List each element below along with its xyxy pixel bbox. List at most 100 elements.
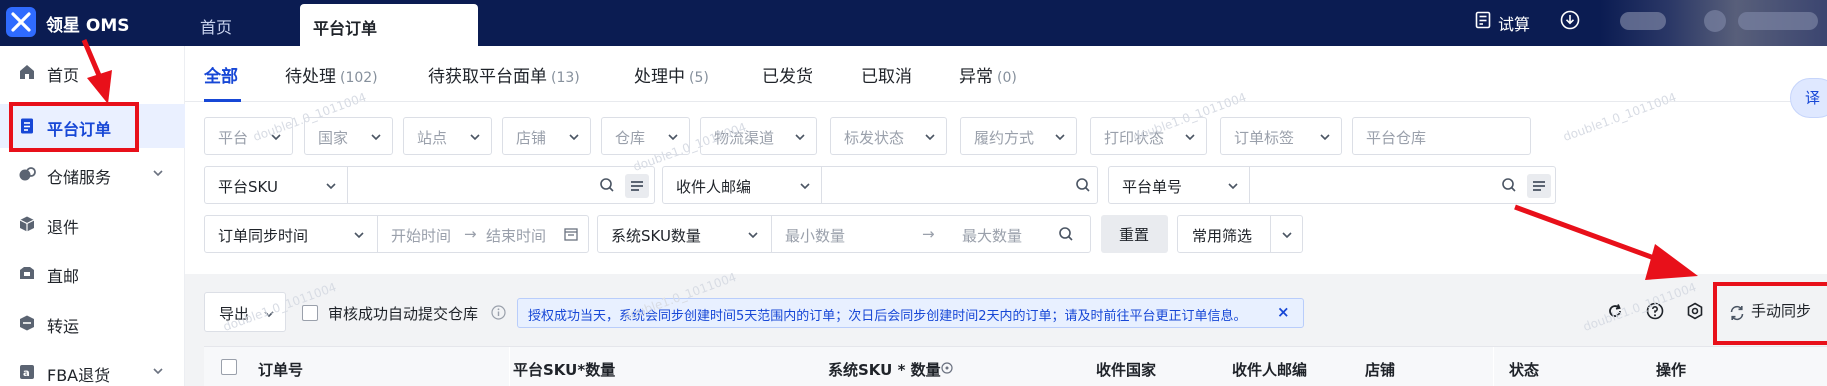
calendar-icon	[564, 228, 578, 241]
order-no-search-input[interactable]	[1249, 167, 1555, 203]
tab-label: 异常	[959, 67, 993, 87]
filter-order-tag[interactable]: 订单标签	[1220, 117, 1342, 155]
chevron-down-icon	[1185, 134, 1195, 141]
search-icon[interactable]	[1075, 177, 1091, 193]
auto-submit-checkbox[interactable]	[302, 305, 318, 321]
qty-type-select[interactable]: 系统SKU数量	[598, 216, 771, 252]
info-icon[interactable]	[491, 305, 506, 320]
postcode-type-select[interactable]: 收件人邮编	[663, 167, 821, 203]
chevron-down-icon	[153, 170, 163, 177]
user-info-blurred[interactable]	[1600, 0, 1827, 46]
tab-label: 待处理	[285, 67, 336, 87]
filter-platform-warehouse[interactable]: 平台仓库	[1352, 117, 1531, 155]
batch-input-icon[interactable]	[625, 174, 649, 198]
logo-icon[interactable]	[6, 7, 36, 37]
column-header-actions[interactable]: 操作	[1656, 359, 1686, 380]
tab-label: 待获取平台面单	[428, 67, 547, 87]
tab-label: 处理中	[634, 67, 685, 87]
column-divider	[509, 347, 510, 386]
info-icon[interactable]	[941, 362, 953, 374]
order-no-type-select[interactable]: 平台单号	[1109, 167, 1249, 203]
end-date-placeholder: 结束时间	[486, 227, 547, 245]
tab-count: (0)	[997, 70, 1017, 86]
column-header-country[interactable]: 收件国家	[1096, 359, 1156, 380]
search-icon[interactable]	[1501, 177, 1517, 193]
sku-search-group: 平台SKU	[204, 166, 655, 204]
sidebar-item-transship[interactable]: 转运	[0, 301, 185, 345]
select-value: 系统SKU数量	[611, 227, 701, 245]
trial-calc-button[interactable]: 试算	[1498, 11, 1530, 35]
search-icon[interactable]	[1058, 226, 1074, 242]
top-navigation-bar: 领星 OMS 首页 平台订单 试算	[0, 0, 1827, 46]
tab-label: 已发货	[762, 67, 813, 87]
tab-pending[interactable]: 待处理 (102)	[285, 62, 378, 87]
tab-processing[interactable]: 处理中 (5)	[634, 62, 709, 87]
column-header-order-no[interactable]: 订单号	[258, 359, 303, 380]
order-no-search-group: 平台单号	[1108, 166, 1556, 204]
filter-placeholder: 店铺	[516, 129, 547, 147]
sku-type-select[interactable]: 平台SKU	[205, 167, 347, 203]
annotation-highlight-box	[1713, 282, 1827, 345]
tab-shipped[interactable]: 已发货	[762, 62, 813, 87]
filter-placeholder: 国家	[318, 129, 349, 147]
settings-icon[interactable]	[1686, 302, 1704, 320]
sku-search-input[interactable]	[347, 167, 654, 203]
filter-store[interactable]: 店铺	[502, 117, 591, 155]
sidebar-item-label: 转运	[47, 317, 80, 336]
search-icon[interactable]	[599, 177, 615, 193]
tab-count: (5)	[689, 70, 709, 86]
svg-text:a: a	[23, 368, 30, 379]
filter-placeholder: 平台	[218, 129, 249, 147]
column-header-system-sku[interactable]: 系统SKU * 数量	[828, 359, 941, 380]
filter-site[interactable]: 站点	[403, 117, 492, 155]
nav-tab-home[interactable]: 首页	[200, 14, 232, 38]
select-all-checkbox[interactable]	[221, 359, 237, 375]
annotation-arrow-sync	[1514, 204, 1698, 280]
chevron-down-icon	[470, 134, 480, 141]
download-icon[interactable]	[1560, 10, 1580, 30]
filter-placeholder: 平台仓库	[1366, 129, 1427, 147]
sidebar-item-label: 退件	[47, 218, 80, 237]
chevron-down-icon	[668, 134, 678, 141]
date-range-picker[interactable]: 开始时间 → 结束时间	[377, 216, 588, 252]
tab-all[interactable]: 全部	[204, 62, 238, 87]
tab-cancelled[interactable]: 已取消	[861, 62, 912, 87]
postcode-search-input[interactable]	[821, 167, 1097, 203]
close-icon[interactable]: ×	[1277, 303, 1290, 321]
brand-name: 领星 OMS	[46, 16, 130, 36]
column-header-postcode[interactable]: 收件人邮编	[1232, 359, 1307, 380]
sidebar-item-home[interactable]: 首页	[0, 50, 185, 94]
fba-return-icon: a	[20, 365, 34, 379]
filter-mark-shipped-status[interactable]: 标发状态	[830, 117, 947, 155]
tab-exception[interactable]: 异常 (0)	[959, 62, 1017, 87]
calculator-icon[interactable]	[1475, 11, 1491, 29]
select-value: 收件人邮编	[676, 178, 752, 196]
button-label: 常用筛选	[1192, 227, 1253, 245]
filter-fulfillment-method[interactable]: 履约方式	[960, 117, 1077, 155]
home-icon	[20, 65, 34, 79]
date-type-select[interactable]: 订单同步时间	[205, 216, 377, 252]
filter-country[interactable]: 国家	[304, 117, 393, 155]
column-header-store[interactable]: 店铺	[1365, 359, 1395, 380]
sidebar-item-label: 首页	[47, 66, 80, 85]
chevron-down-icon[interactable]	[1281, 229, 1293, 241]
sidebar-item-direct-mail[interactable]: 直邮	[0, 251, 185, 295]
common-filter-button[interactable]: 常用筛选	[1177, 215, 1303, 253]
filter-placeholder: 仓库	[615, 129, 646, 147]
reset-button[interactable]: 重置	[1101, 215, 1168, 253]
nav-tab-platform-orders[interactable]: 平台订单	[300, 4, 478, 46]
transship-icon	[20, 315, 34, 331]
qty-range-input[interactable]: 最小数量 → 最大数量	[771, 216, 1090, 252]
sidebar: 首页 平台订单 仓储服务 退件 直邮 转运 a FBA退货	[0, 46, 185, 386]
column-header-status[interactable]: 状态	[1509, 359, 1539, 380]
chevron-down-icon	[354, 232, 364, 239]
sidebar-item-warehouse-service[interactable]: 仓储服务	[0, 152, 185, 196]
chevron-down-icon	[748, 232, 758, 239]
chevron-down-icon	[326, 183, 336, 190]
sidebar-item-returns[interactable]: 退件	[0, 202, 185, 246]
column-header-platform-sku[interactable]: 平台SKU*数量	[513, 359, 615, 380]
batch-input-icon[interactable]	[1527, 174, 1551, 198]
tab-awaiting-label[interactable]: 待获取平台面单 (13)	[428, 62, 580, 87]
translate-button[interactable]: 译	[1790, 78, 1827, 118]
sidebar-item-fba-returns[interactable]: a FBA退货	[0, 350, 185, 386]
